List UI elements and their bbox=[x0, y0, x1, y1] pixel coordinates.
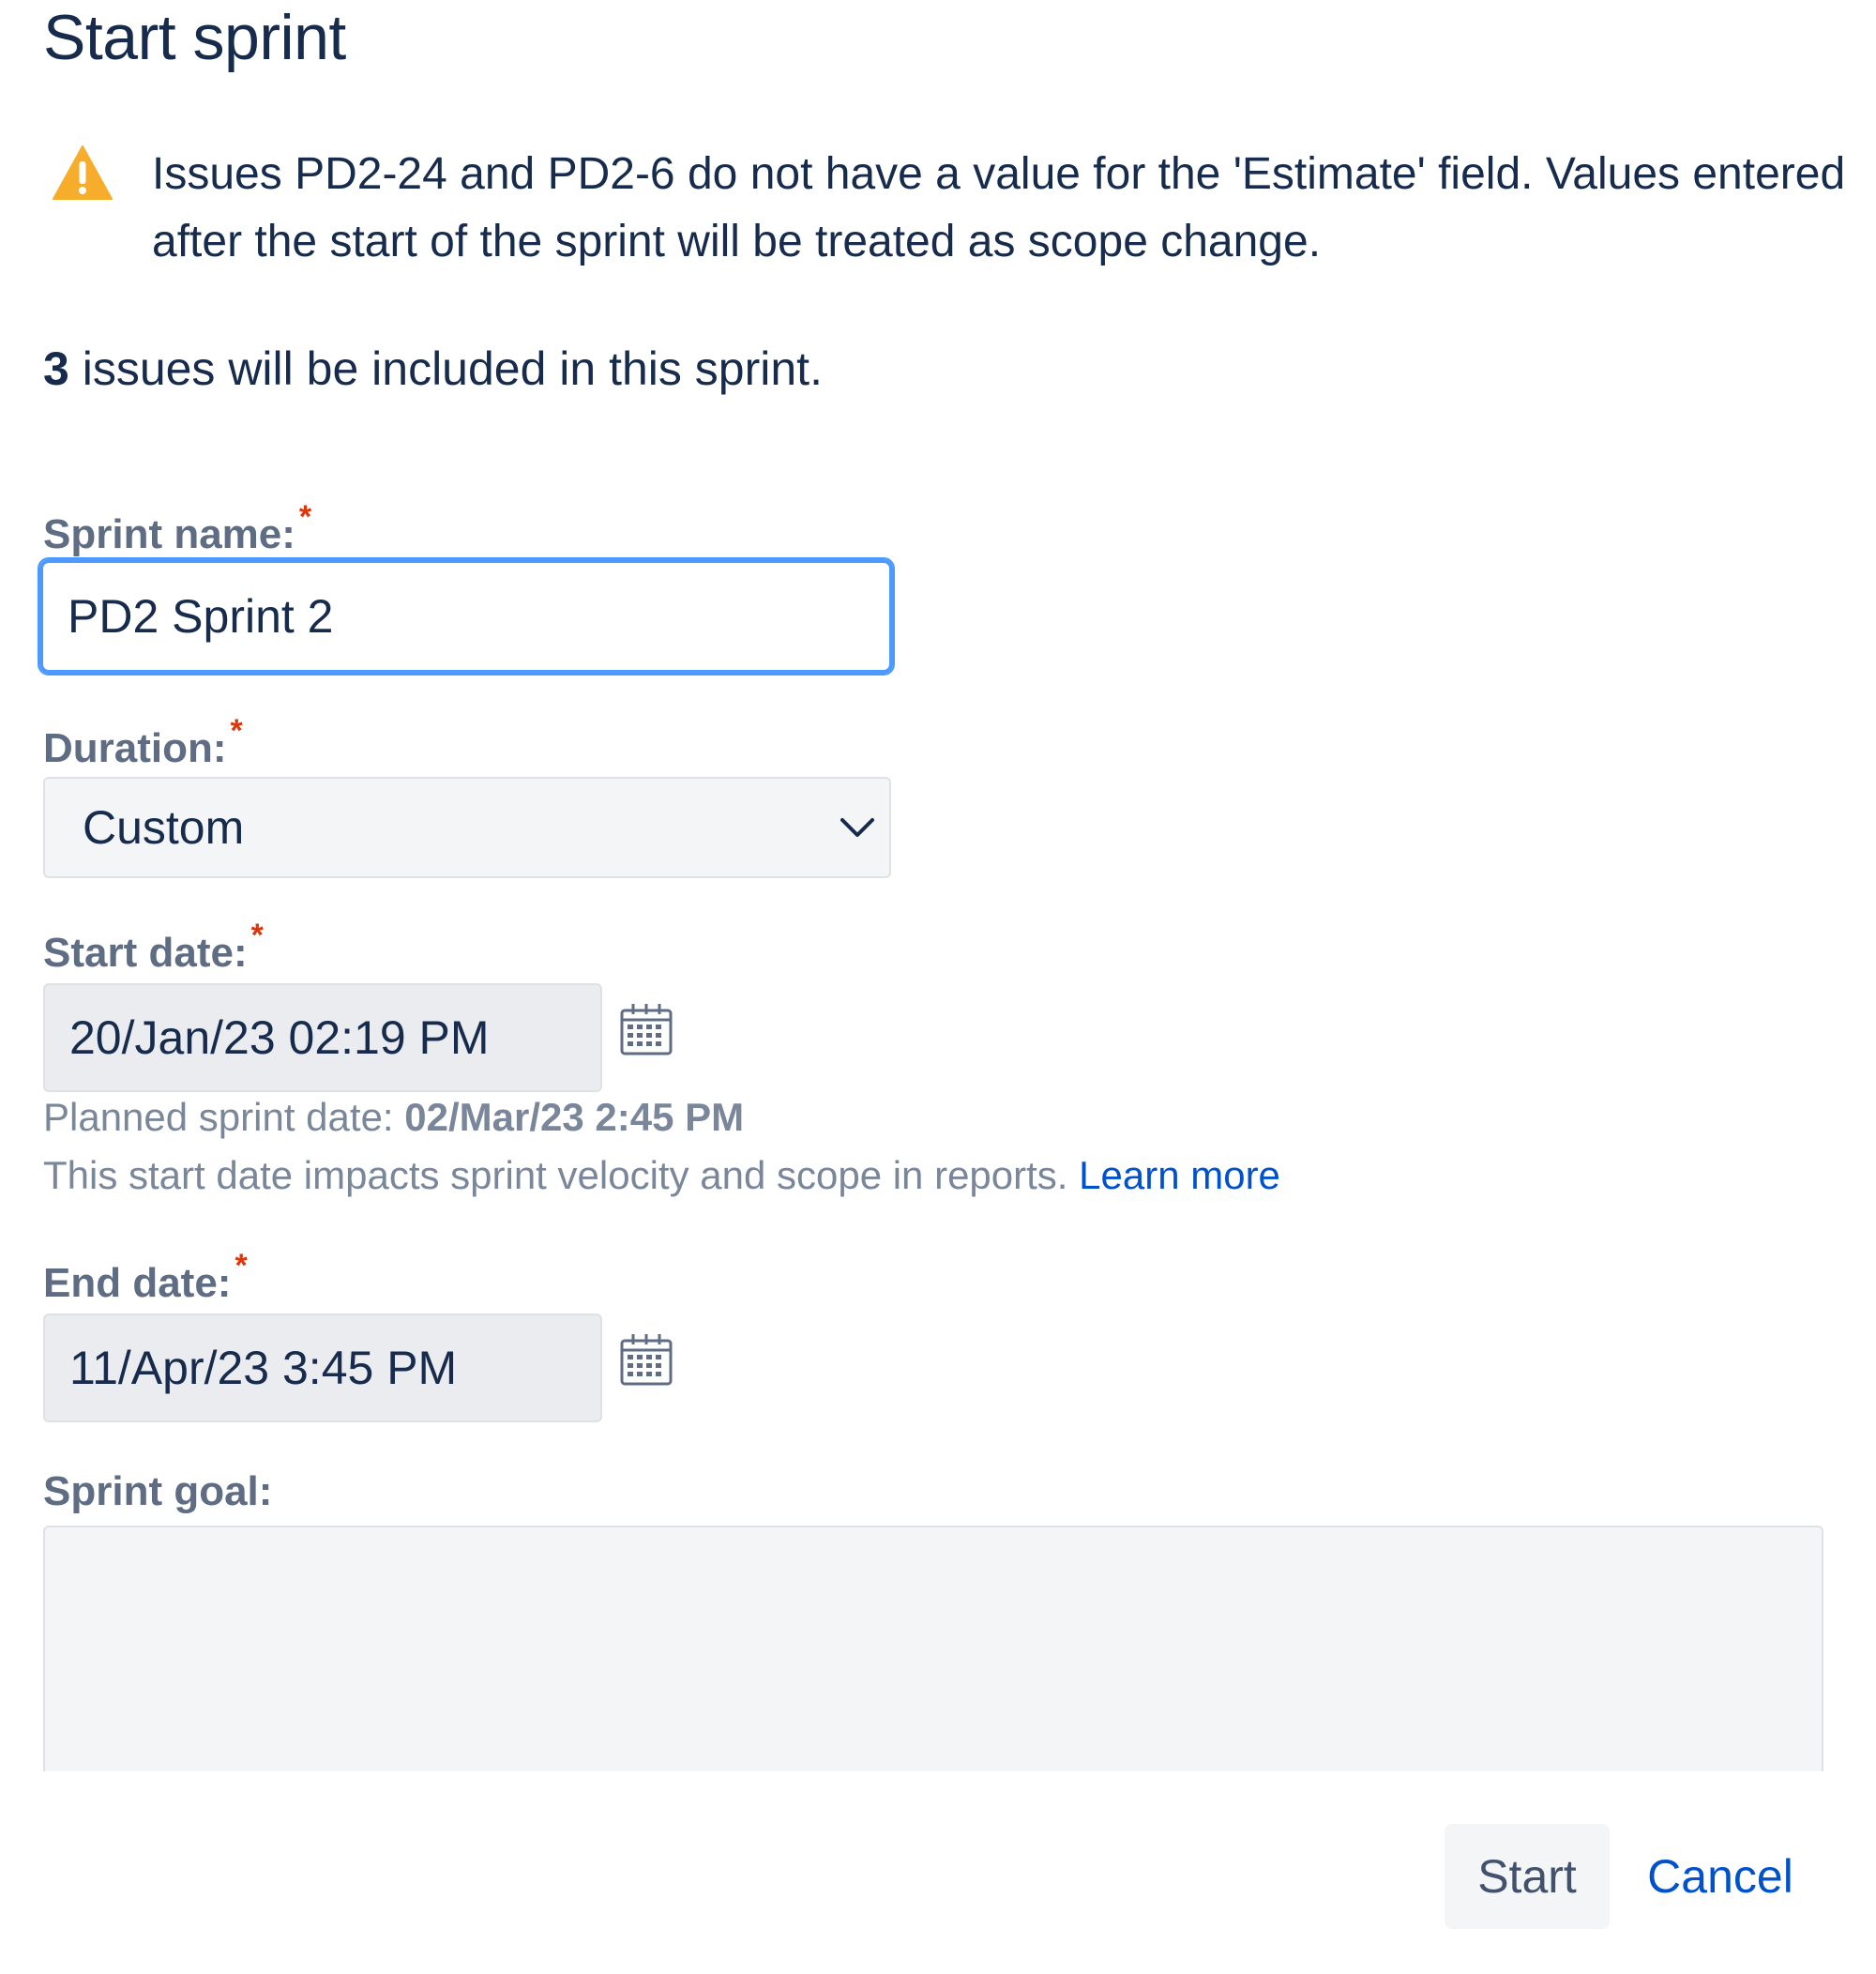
impact-text: This start date impacts sprint velocity … bbox=[43, 1153, 1080, 1197]
chevron-down-icon bbox=[840, 818, 874, 837]
warning-triangle-icon bbox=[53, 145, 113, 200]
issue-count: 3 bbox=[43, 342, 69, 395]
sprint-goal-textarea[interactable] bbox=[43, 1526, 1823, 1771]
duration-label: Duration: * bbox=[43, 713, 243, 776]
planned-date-value: 02/Mar/23 2:45 PM bbox=[404, 1095, 745, 1139]
required-marker: * bbox=[230, 713, 243, 749]
required-marker: * bbox=[234, 1248, 248, 1283]
warning-message: Issues PD2-24 and PD2-6 do not have a va… bbox=[152, 149, 1846, 266]
sprint-name-label: Sprint name: * bbox=[43, 499, 311, 562]
start-date-label: Start date: * bbox=[43, 918, 264, 980]
duration-label-text: Duration: bbox=[43, 725, 227, 771]
learn-more-link[interactable]: Learn more bbox=[1079, 1153, 1280, 1197]
calendar-icon[interactable] bbox=[619, 1332, 673, 1387]
required-marker: * bbox=[298, 499, 312, 535]
issues-summary: 3 issues will be included in this sprint… bbox=[43, 336, 823, 402]
cancel-button[interactable]: Cancel bbox=[1626, 1824, 1814, 1929]
dialog-title: Start sprint bbox=[43, 2, 346, 73]
duration-selected-value: Custom bbox=[83, 801, 245, 854]
start-sprint-dialog: Start sprint Issues PD2-24 and PD2-6 do … bbox=[0, 0, 1876, 1974]
planned-sprint-date: Planned sprint date: 02/Mar/23 2:45 PM bbox=[43, 1090, 744, 1145]
planned-date-label: Planned sprint date: bbox=[43, 1095, 405, 1139]
start-date-impact-note: This start date impacts sprint velocity … bbox=[43, 1148, 1280, 1203]
end-date-input[interactable] bbox=[43, 1313, 602, 1422]
sprint-name-input[interactable] bbox=[38, 557, 895, 676]
start-date-input[interactable] bbox=[43, 983, 602, 1092]
end-date-label-text: End date: bbox=[43, 1260, 232, 1306]
start-date-label-text: Start date: bbox=[43, 930, 248, 976]
end-date-label: End date: * bbox=[43, 1248, 248, 1311]
issues-summary-text: issues will be included in this sprint. bbox=[68, 342, 823, 395]
duration-select[interactable]: Custom bbox=[43, 777, 891, 878]
sprint-name-label-text: Sprint name: bbox=[43, 511, 295, 557]
start-button[interactable]: Start bbox=[1445, 1824, 1610, 1929]
sprint-goal-label: Sprint goal: bbox=[43, 1468, 273, 1514]
calendar-icon[interactable] bbox=[619, 1002, 673, 1056]
required-marker: * bbox=[250, 918, 264, 953]
